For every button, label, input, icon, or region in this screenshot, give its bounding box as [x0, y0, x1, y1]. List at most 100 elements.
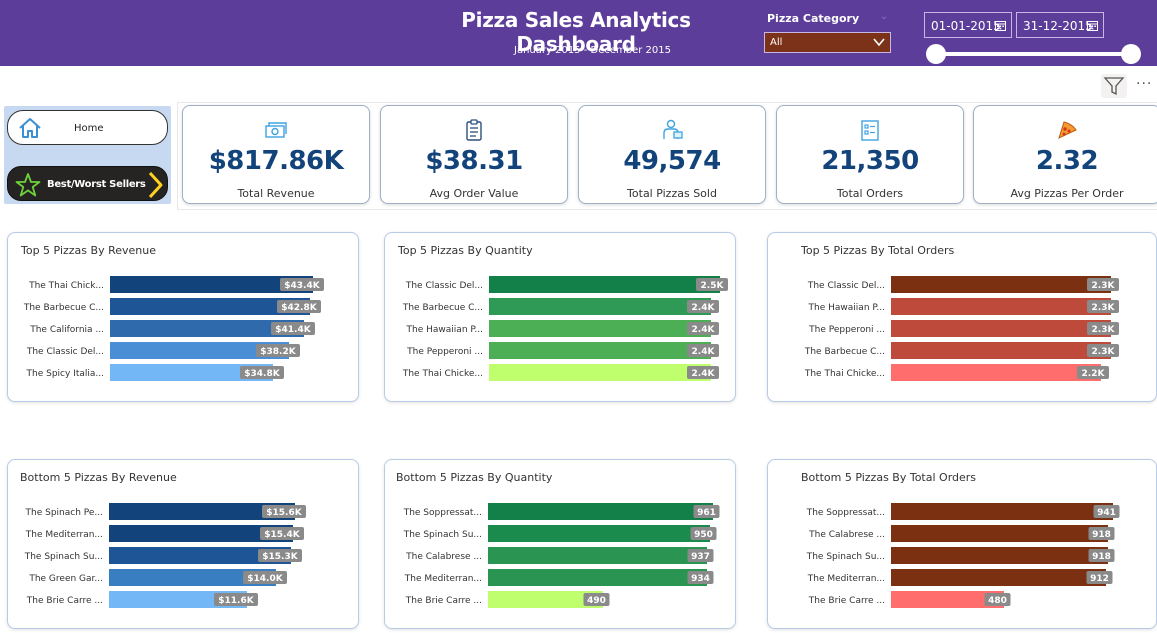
- category-label: The Pepperoni ...: [406, 347, 483, 357]
- data-label: 2.3K: [1092, 281, 1116, 291]
- date-range-subtitle: January 2015 - December 2015: [514, 45, 671, 56]
- bar[interactable]: [891, 320, 1111, 337]
- kpi-label: Total Orders: [836, 187, 904, 200]
- end-date-value: 31-12-2015: [1023, 19, 1093, 33]
- calendar-icon: [995, 21, 1006, 31]
- data-label: $43.4K: [284, 281, 320, 291]
- bar[interactable]: [891, 364, 1101, 381]
- bar[interactable]: [891, 298, 1111, 315]
- category-label: The Brie Carre ...: [405, 596, 482, 606]
- calendar-icon: [1087, 21, 1098, 31]
- star-icon: [15, 173, 41, 197]
- date-slider-start-handle[interactable]: [926, 44, 946, 64]
- data-label: 2.3K: [1092, 347, 1116, 357]
- bar[interactable]: [489, 298, 711, 315]
- category-label: The Spinach Su...: [24, 552, 103, 562]
- clipboard-icon: [466, 119, 482, 141]
- bar[interactable]: [489, 364, 711, 381]
- category-label: The Barbecue C...: [804, 347, 885, 357]
- category-label: The Thai Chicke...: [804, 369, 885, 379]
- date-slider-end-handle[interactable]: [1121, 44, 1141, 64]
- data-label: 941: [1097, 508, 1116, 518]
- data-label: 2.4K: [692, 303, 716, 313]
- data-label: $14.0K: [247, 574, 283, 584]
- bar[interactable]: [891, 547, 1108, 564]
- best-worst-sellers-label: Best/Worst Sellers: [47, 179, 146, 190]
- category-label: The Spinach Su...: [806, 552, 885, 562]
- kpi-card-avg-pizzas-per-order: 2.32 Avg Pizzas Per Order: [973, 105, 1157, 204]
- data-label: $15.4K: [264, 530, 300, 540]
- best-worst-sellers-button[interactable]: Best/Worst Sellers: [7, 166, 168, 201]
- pizza-category-dropdown[interactable]: All: [764, 32, 891, 53]
- start-date-value: 01-01-2015: [931, 19, 1001, 33]
- delivery-icon: [663, 119, 683, 139]
- more-options-icon[interactable]: ···: [1136, 76, 1152, 92]
- data-label: 912: [1090, 574, 1109, 584]
- bar[interactable]: [891, 342, 1111, 359]
- bar[interactable]: [488, 547, 707, 564]
- kpi-label: Total Revenue: [237, 187, 315, 200]
- home-button[interactable]: Home: [7, 110, 168, 145]
- chart-card-top-orders: Top 5 Pizzas By Total Orders The Classic…: [767, 232, 1157, 402]
- data-label: $11.6K: [218, 596, 254, 606]
- bar[interactable]: [488, 569, 707, 586]
- data-label: 2.2K: [1082, 369, 1106, 379]
- bar[interactable]: [489, 342, 711, 359]
- kpi-value: $38.31: [425, 146, 523, 176]
- category-label: The Spicy Italia...: [26, 369, 104, 379]
- chart-card-top-revenue: Top 5 Pizzas By Revenue The Thai Chick..…: [7, 232, 359, 402]
- data-label: $15.6K: [266, 508, 302, 518]
- bar-chart: The Classic Del... 2.5K The Barbecue C... 2…: [402, 276, 728, 381]
- kpi-value: 2.32: [1035, 146, 1099, 176]
- end-date-input[interactable]: 31-12-2015: [1016, 12, 1104, 38]
- bar[interactable]: [488, 525, 710, 542]
- data-label: 2.5K: [701, 281, 725, 291]
- data-label: $41.4K: [275, 325, 311, 335]
- category-label: The Barbecue C...: [23, 303, 104, 313]
- start-date-input[interactable]: 01-01-2015: [924, 12, 1012, 38]
- data-label: $34.8K: [244, 369, 280, 379]
- orders-icon: [861, 120, 879, 141]
- bar[interactable]: [488, 503, 713, 520]
- date-range-slider-track[interactable]: [936, 52, 1132, 56]
- data-label: 480: [988, 596, 1007, 606]
- category-label: The Classic Del...: [405, 281, 483, 291]
- category-label: The Hawaiian P...: [808, 303, 885, 313]
- bar-chart: The Soppressat... 941 The Calabrese ... 918…: [806, 503, 1120, 608]
- kpi-label: Avg Order Value: [429, 187, 519, 200]
- category-label: The Pepperoni ...: [808, 325, 885, 335]
- category-label: The Green Gar...: [28, 574, 103, 584]
- kpi-card-avg-order-value: $38.31 Avg Order Value: [380, 105, 568, 204]
- bar-chart: The Spinach Pe... $15.6K The Mediterran...…: [24, 503, 306, 608]
- bar[interactable]: [891, 569, 1106, 586]
- pizza-slice-icon: [1058, 121, 1077, 139]
- bar[interactable]: [891, 503, 1113, 520]
- data-label: 961: [697, 508, 716, 518]
- category-label: The Mediterran...: [404, 574, 482, 584]
- bar[interactable]: [891, 276, 1111, 293]
- chevron-down-icon: ⌄: [880, 11, 889, 22]
- data-label: 2.3K: [1092, 303, 1116, 313]
- category-label: The Barbecue C...: [402, 303, 483, 313]
- bar[interactable]: [489, 320, 711, 337]
- kpi-value: 49,574: [623, 146, 721, 176]
- home-icon: [19, 118, 41, 138]
- category-label: The Thai Chick...: [28, 281, 104, 291]
- data-label: 918: [1092, 530, 1111, 540]
- header-bar: Pizza Sales Analytics Dashboard January …: [0, 0, 1157, 66]
- kpi-value: 21,350: [821, 146, 919, 176]
- data-label: 2.4K: [692, 325, 716, 335]
- kpi-value: $817.86K: [208, 146, 344, 176]
- bar[interactable]: [891, 525, 1108, 542]
- category-label: The Mediterran...: [807, 574, 885, 584]
- data-label: 934: [691, 574, 710, 584]
- bar-chart: The Soppressat... 961 The Spinach Su... 950…: [403, 503, 720, 608]
- kpi-label: Avg Pizzas Per Order: [1010, 187, 1124, 200]
- chart-card-bottom-revenue: Bottom 5 Pizzas By Revenue The Spinach P…: [7, 459, 359, 629]
- filter-button[interactable]: [1101, 74, 1127, 98]
- pizza-category-label: Pizza Category: [767, 12, 860, 25]
- chart-card-top-quantity: Top 5 Pizzas By Quantity The Classic Del…: [384, 232, 736, 402]
- kpi-card-total-pizzas-sold: 49,574 Total Pizzas Sold: [578, 105, 766, 204]
- dashboard: Pizza Sales Analytics Dashboard January …: [0, 0, 1157, 633]
- bar[interactable]: [489, 276, 720, 293]
